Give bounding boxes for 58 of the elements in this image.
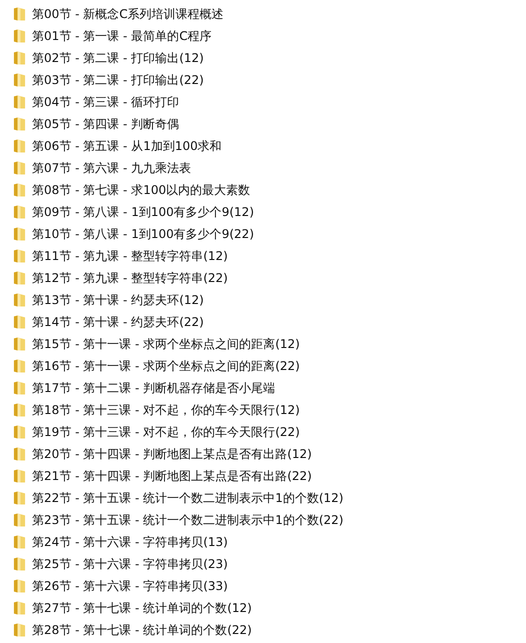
folder-name[interactable]: 第26节 - 第十六课 - 字符串拷贝(33) [32, 578, 228, 594]
folder-icon [13, 534, 26, 550]
folder-name[interactable]: 第21节 - 第十四课 - 判断地图上某点是否有出路(22) [32, 468, 312, 484]
folder-name[interactable]: 第07节 - 第六课 - 九九乘法表 [32, 160, 192, 176]
folder-name[interactable]: 第27节 - 第十七课 - 统计单词的个数(12) [32, 600, 252, 616]
folder-icon [13, 292, 26, 308]
folder-icon [13, 182, 26, 198]
folder-icon [13, 358, 26, 374]
folder-icon [13, 28, 26, 44]
folder-icon [13, 6, 26, 22]
folder-name[interactable]: 第12节 - 第九课 - 整型转字符串(22) [32, 270, 228, 286]
folder-name[interactable]: 第20节 - 第十四课 - 判断地图上某点是否有出路(12) [32, 446, 312, 462]
folder-icon [13, 72, 26, 88]
folder-name[interactable]: 第05节 - 第四课 - 判断奇偶 [32, 116, 180, 132]
folder-icon [13, 138, 26, 154]
folder-name[interactable]: 第13节 - 第十课 - 约瑟夫环(12) [32, 292, 204, 308]
folder-name[interactable]: 第19节 - 第十三课 - 对不起，你的车今天限行(22) [32, 424, 300, 440]
folder-icon [13, 600, 26, 616]
folder-icon [13, 94, 26, 110]
folder-icon [13, 204, 26, 220]
folder-icon [13, 116, 26, 132]
folder-name[interactable]: 第18节 - 第十三课 - 对不起，你的车今天限行(12) [32, 402, 300, 418]
folder-name[interactable]: 第15节 - 第十一课 - 求两个坐标点之间的距离(12) [32, 336, 300, 352]
folder-icon [13, 578, 26, 594]
folder-name[interactable]: 第00节 - 新概念C系列培训课程概述 [32, 6, 224, 22]
folder-icon [13, 402, 26, 418]
folder-icon [13, 336, 26, 352]
folder-icon [13, 248, 26, 264]
folder-icon [13, 446, 26, 462]
folder-name[interactable]: 第11节 - 第九课 - 整型转字符串(12) [32, 248, 228, 264]
folder-name[interactable]: 第25节 - 第十六课 - 字符串拷贝(23) [32, 556, 228, 572]
folder-name[interactable]: 第28节 - 第十七课 - 统计单词的个数(22) [32, 622, 252, 638]
folder-name[interactable]: 第01节 - 第一课 - 最简单的C程序 [32, 28, 212, 44]
folder-name[interactable]: 第09节 - 第八课 - 1到100有多少个9(12) [32, 204, 254, 220]
folder-icon [13, 380, 26, 396]
folder-name[interactable]: 第14节 - 第十课 - 约瑟夫环(22) [32, 314, 204, 330]
folder-name[interactable]: 第04节 - 第三课 - 循环打印 [32, 94, 180, 110]
folder-name[interactable]: 第23节 - 第十五课 - 统计一个数二进制表示中1的个数(22) [32, 512, 344, 528]
folder-icon [13, 490, 26, 506]
folder-icon [13, 622, 26, 638]
folder-icon [13, 160, 26, 176]
folder-name[interactable]: 第16节 - 第十一课 - 求两个坐标点之间的距离(22) [32, 358, 300, 374]
folder-icon [13, 50, 26, 66]
folder-name[interactable]: 第17节 - 第十二课 - 判断机器存储是否小尾端 [32, 380, 276, 396]
folder-icon [13, 270, 26, 286]
folder-name[interactable]: 第24节 - 第十六课 - 字符串拷贝(13) [32, 534, 228, 550]
folder-name[interactable]: 第08节 - 第七课 - 求100以内的最大素数 [32, 182, 250, 198]
folder-icon [13, 424, 26, 440]
folder-name[interactable]: 第06节 - 第五课 - 从1加到100求和 [32, 138, 222, 154]
folder-icon [13, 314, 26, 330]
folder-icon [13, 226, 26, 242]
folder-icon [13, 556, 26, 572]
folder-icon [13, 512, 26, 528]
folder-name[interactable]: 第03节 - 第二课 - 打印输出(22) [32, 72, 204, 88]
folder-name[interactable]: 第22节 - 第十五课 - 统计一个数二进制表示中1的个数(12) [32, 490, 344, 506]
folder-name[interactable]: 第02节 - 第二课 - 打印输出(12) [32, 50, 204, 66]
folder-name[interactable]: 第10节 - 第八课 - 1到100有多少个9(22) [32, 226, 254, 242]
folder-icon [13, 468, 26, 484]
